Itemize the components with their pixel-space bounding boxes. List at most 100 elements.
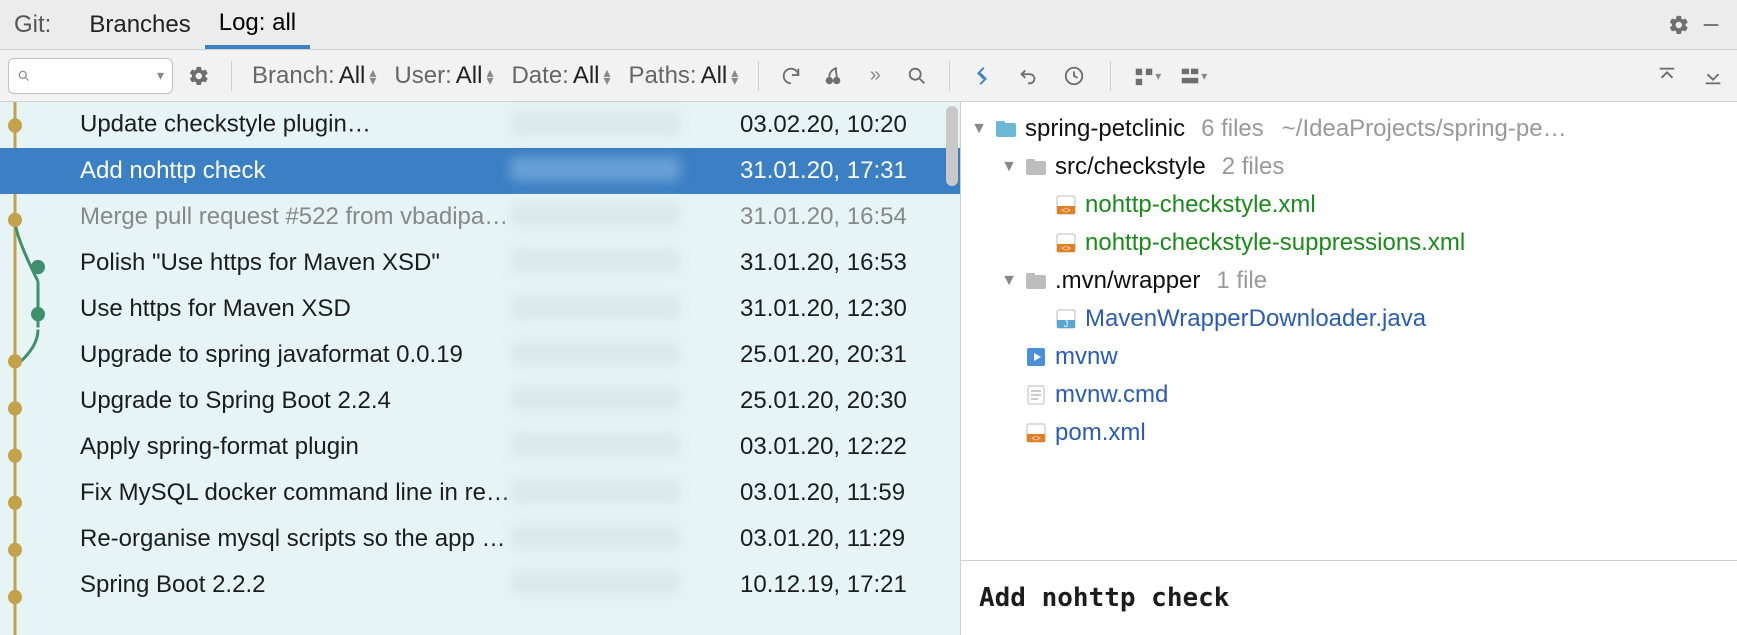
commit-message: Add nohttp check (961, 560, 1737, 635)
file-type-icon (1025, 384, 1047, 406)
main-split: Update checkstyle pluginorigin & master a… (0, 102, 1737, 635)
cherry-pick-icon[interactable] (817, 60, 849, 92)
file-type-icon (995, 118, 1017, 140)
commit-date-cell: 31.01.20, 16:53 (740, 249, 940, 277)
node-meta: 1 file (1216, 267, 1267, 295)
gear-icon[interactable] (1663, 9, 1695, 41)
filter-settings-icon[interactable] (183, 60, 215, 92)
file-node[interactable]: ▼JMavenWrapperDownloader.java (971, 300, 1727, 338)
node-label: src/checkstyle (1055, 153, 1206, 181)
commit-author-cell: author (510, 295, 740, 323)
tab-log-all[interactable]: Log: all (205, 1, 310, 49)
branch-filter[interactable]: Branch: All ▴▾ (248, 62, 380, 90)
file-node[interactable]: ▼mvnw (971, 338, 1727, 376)
commit-log-panel: Update checkstyle pluginorigin & master a… (0, 102, 960, 635)
commit-date-cell: 31.01.20, 16:54 (740, 203, 940, 231)
svg-text:J: J (1064, 319, 1069, 329)
file-type-icon: J (1055, 308, 1077, 330)
node-label: .mvn/wrapper (1055, 267, 1200, 295)
folder-node[interactable]: ▼ src/checkstyle 2 files (971, 148, 1727, 186)
commit-row[interactable]: Spring Boot 2.2.2author10.12.19, 17:21 (0, 562, 960, 608)
node-label: nohttp-checkstyle-suppressions.xml (1085, 229, 1465, 257)
file-node[interactable]: ▼<>pom.xml (971, 414, 1727, 452)
updown-icon: ▴▾ (731, 68, 738, 84)
commit-row[interactable]: Re-organise mysql scripts so the app run… (0, 516, 960, 562)
svg-text:<>: <> (1031, 434, 1041, 443)
commit-author-cell: author (510, 341, 740, 369)
commit-author-cell: author (510, 249, 740, 277)
commit-row[interactable]: Upgrade to spring javaformat 0.0.19autho… (0, 332, 960, 378)
history-icon[interactable] (1058, 60, 1090, 92)
folder-node[interactable]: ▼ .mvn/wrapper 1 file (971, 262, 1727, 300)
commit-message-cell: Merge pull request #522 from vbadipat… (80, 203, 510, 231)
commit-message-cell: Re-organise mysql scripts so the app run… (80, 525, 510, 553)
twisty-icon[interactable]: ▼ (1001, 158, 1017, 176)
user-filter[interactable]: User: All ▴▾ (390, 62, 497, 90)
find-icon[interactable] (901, 60, 933, 92)
collapse-all-icon[interactable] (1697, 60, 1729, 92)
header-bar: Git: Branches Log: all (0, 0, 1737, 50)
commit-message-cell: Upgrade to spring javaformat 0.0.19 (80, 341, 510, 369)
paths-filter[interactable]: Paths: All ▴▾ (625, 62, 743, 90)
commit-author-cell: author (510, 571, 740, 599)
log-toolbar: ▾ Branch: All ▴▾ User: All ▴▾ Date: All … (0, 50, 1737, 102)
commit-author-cell: author (510, 203, 740, 231)
commit-row[interactable]: Polish "Use https for Maven XSD"author31… (0, 240, 960, 286)
changed-files-tree: ▼spring-petclinic6 files~/IdeaProjects/s… (961, 102, 1737, 560)
twisty-icon[interactable]: ▼ (1001, 272, 1017, 290)
refresh-icon[interactable] (775, 60, 807, 92)
more-icon[interactable]: » (859, 60, 891, 92)
group-icon[interactable]: ▾ (1131, 60, 1163, 92)
collapse-diff-icon[interactable] (966, 60, 998, 92)
panel-divider (949, 61, 950, 91)
commit-row[interactable]: Apply spring-format pluginauthor03.01.20… (0, 424, 960, 470)
commit-row[interactable]: Fix MySQL docker command line in readmea… (0, 470, 960, 516)
search-input[interactable] (37, 64, 151, 87)
node-label: mvnw.cmd (1055, 381, 1168, 409)
twisty-icon[interactable]: ▼ (971, 120, 987, 138)
tab-branches[interactable]: Branches (75, 3, 204, 47)
search-dropdown-icon[interactable]: ▾ (157, 67, 164, 84)
node-meta: 6 files (1201, 115, 1264, 143)
commit-row[interactable]: Update checkstyle pluginorigin & mastera… (0, 102, 960, 148)
node-meta: 2 files (1222, 153, 1285, 181)
file-node[interactable]: ▼<>nohttp-checkstyle-suppressions.xml (971, 224, 1727, 262)
file-type-icon: <> (1055, 232, 1077, 254)
commit-row[interactable]: Upgrade to Spring Boot 2.2.4author25.01.… (0, 378, 960, 424)
commit-date-cell: 03.02.20, 10:20 (740, 111, 940, 139)
commit-row[interactable]: Add nohttp checkauthor31.01.20, 17:31 (0, 148, 960, 194)
separator (758, 61, 759, 91)
search-input-container[interactable]: ▾ (8, 58, 173, 94)
commit-row[interactable]: Use https for Maven XSDauthor31.01.20, 1… (0, 286, 960, 332)
search-icon (17, 67, 31, 85)
commit-message-cell: Upgrade to Spring Boot 2.2.4 (80, 387, 510, 415)
commit-date-cell: 03.01.20, 11:59 (740, 479, 940, 507)
commit-row[interactable]: Merge pull request #522 from vbadipat…au… (0, 194, 960, 240)
expand-all-icon[interactable] (1651, 60, 1683, 92)
commit-message-cell: Update checkstyle pluginorigin & master (80, 110, 510, 140)
commit-message-cell: Spring Boot 2.2.2 (80, 571, 510, 599)
commit-message-cell: Use https for Maven XSD (80, 295, 510, 323)
commit-date-cell: 31.01.20, 12:30 (740, 295, 940, 323)
right-toolbar: ▾ ▾ (966, 60, 1729, 92)
file-type-icon (1025, 270, 1047, 292)
node-label: pom.xml (1055, 419, 1146, 447)
updown-icon: ▴▾ (486, 68, 493, 84)
updown-icon: ▴▾ (369, 68, 376, 84)
details-panel: ▼spring-petclinic6 files~/IdeaProjects/s… (960, 102, 1737, 635)
revert-icon[interactable] (1012, 60, 1044, 92)
minimize-icon[interactable] (1695, 9, 1727, 41)
commit-date-cell: 03.01.20, 12:22 (740, 433, 940, 461)
commit-message-cell: Fix MySQL docker command line in readme (80, 479, 510, 507)
scrollbar-thumb[interactable] (946, 106, 958, 186)
layout-icon[interactable]: ▾ (1177, 60, 1209, 92)
date-filter[interactable]: Date: All ▴▾ (507, 62, 614, 90)
file-type-icon (1025, 346, 1047, 368)
node-label: MavenWrapperDownloader.java (1085, 305, 1426, 333)
folder-node[interactable]: ▼spring-petclinic6 files~/IdeaProjects/s… (971, 110, 1727, 148)
file-node[interactable]: ▼<>nohttp-checkstyle.xml (971, 186, 1727, 224)
commit-message-cell: Apply spring-format plugin (80, 433, 510, 461)
file-node[interactable]: ▼mvnw.cmd (971, 376, 1727, 414)
branch-tag[interactable]: origin & master (353, 110, 510, 140)
commit-date-cell: 25.01.20, 20:30 (740, 387, 940, 415)
